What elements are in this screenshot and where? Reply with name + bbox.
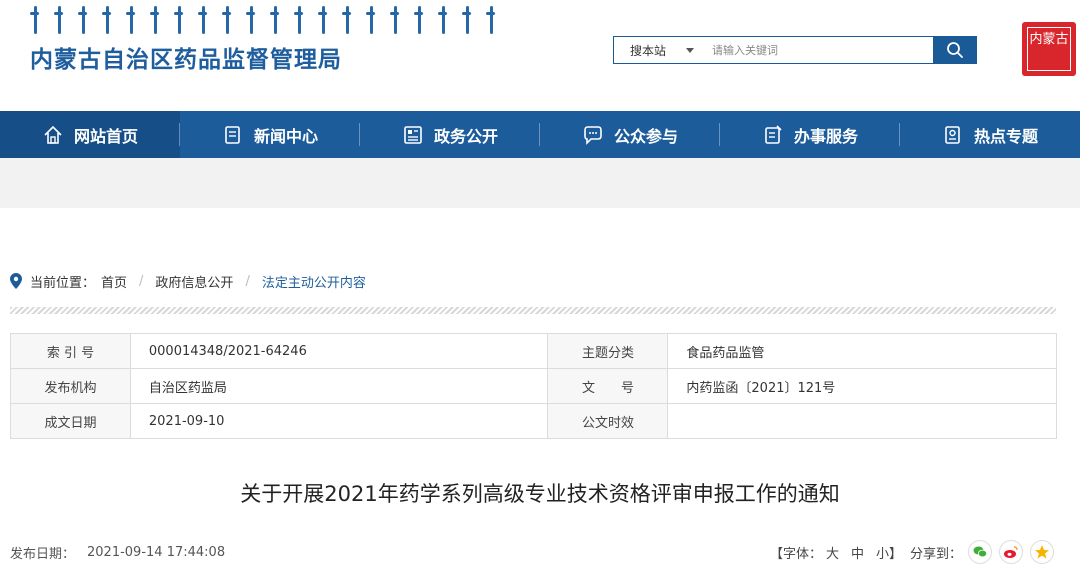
search-input[interactable] [702, 37, 933, 63]
wechat-share-button[interactable] [968, 540, 992, 564]
meta-label: 发布机构 [10, 368, 131, 404]
table-row: 成文日期 2021-09-10 公文时效 [10, 403, 1057, 439]
gov-info-icon [402, 124, 424, 146]
weibo-icon [1004, 546, 1018, 558]
meta-label: 文 号 [547, 368, 669, 404]
breadcrumb-gov-info[interactable]: 政府信息公开 [155, 272, 233, 291]
font-medium-button[interactable]: 中 [851, 543, 864, 562]
main-nav: 网站首页 新闻中心 政务公开 公众参与 办事服务 热点专题 [0, 111, 1080, 158]
wechat-icon [973, 546, 988, 558]
meta-value: 自治区药监局 [129, 368, 549, 404]
document-meta-table: 索 引 号 000014348/2021-64246 主题分类 食品药品监管 发… [10, 333, 1057, 439]
weibo-share-button[interactable] [999, 540, 1023, 564]
home-icon [42, 124, 64, 146]
star-icon [1035, 545, 1049, 559]
font-small-button[interactable]: 小】 [876, 543, 902, 562]
site-title[interactable]: 内蒙古自治区药品监督管理局 [30, 40, 342, 74]
nav-item-service[interactable]: 办事服务 [720, 111, 900, 158]
breadcrumb: 当前位置： 首页 / 政府信息公开 / 法定主动公开内容 [10, 271, 366, 291]
chat-icon [582, 124, 604, 146]
site-header: 内蒙古自治区药品监督管理局 搜本站 内蒙古 [0, 0, 1080, 111]
breadcrumb-separator: / [245, 273, 250, 289]
nav-item-gov-info[interactable]: 政务公开 [360, 111, 540, 158]
nav-item-news[interactable]: 新闻中心 [180, 111, 360, 158]
meta-value [667, 403, 1057, 439]
meta-label: 公文时效 [547, 403, 669, 439]
seal-logo: 内蒙古 [1022, 22, 1076, 76]
seal-text: 内蒙古 [1027, 27, 1071, 71]
nav-label: 热点专题 [973, 126, 1038, 146]
breadcrumb-separator: / [139, 273, 144, 289]
nav-label: 网站首页 [73, 126, 138, 146]
caret-down-icon [686, 47, 695, 53]
font-large-button[interactable]: 大 [826, 543, 839, 562]
search-icon [947, 42, 963, 58]
nav-label: 办事服务 [793, 126, 858, 146]
meta-label: 主题分类 [547, 333, 669, 369]
publish-info-row: 发布日期： 2021-09-14 17:44:08 【字体： 大 中 小】 分享… [10, 540, 1060, 564]
hatched-divider [10, 307, 1056, 314]
nav-label: 新闻中心 [253, 126, 318, 146]
font-size-control: 【字体： 大 中 小】 [770, 543, 914, 562]
nav-label: 政务公开 [433, 126, 498, 146]
qzone-share-button[interactable] [1030, 540, 1054, 564]
mongolian-script-logo [30, 4, 496, 40]
share-label: 分享到： [910, 547, 963, 562]
meta-value: 食品药品监管 [667, 333, 1057, 369]
search-button[interactable] [933, 36, 977, 64]
nav-label: 公众参与 [613, 126, 678, 146]
news-icon [222, 124, 244, 146]
font-size-label: 【字体： [770, 547, 823, 562]
search-scope-select[interactable]: 搜本站 [614, 37, 702, 63]
nav-item-topics[interactable]: 热点专题 [900, 111, 1080, 158]
table-row: 发布机构 自治区药监局 文 号 内药监函〔2021〕121号 [10, 368, 1057, 404]
breadcrumb-home[interactable]: 首页 [101, 272, 127, 291]
meta-value: 000014348/2021-64246 [129, 333, 549, 369]
nav-item-home[interactable]: 网站首页 [0, 111, 180, 158]
document-title: 关于开展2021年药学系列高级专业技术资格评审申报工作的通知 [240, 482, 840, 506]
location-pin-icon [10, 273, 22, 289]
search-scope-label: 搜本站 [630, 43, 667, 58]
banner-band [0, 158, 1080, 208]
service-icon [762, 124, 784, 146]
breadcrumb-prefix: 当前位置： [30, 275, 96, 291]
publish-date-label: 发布日期： [10, 546, 76, 562]
table-row: 索 引 号 000014348/2021-64246 主题分类 食品药品监管 [10, 333, 1057, 369]
topic-icon [942, 124, 964, 146]
meta-label: 成文日期 [10, 403, 131, 439]
breadcrumb-current[interactable]: 法定主动公开内容 [262, 272, 366, 291]
meta-label: 索 引 号 [10, 333, 131, 369]
search-box: 搜本站 [613, 36, 977, 64]
meta-value: 2021-09-10 [129, 403, 549, 439]
meta-value: 内药监函〔2021〕121号 [667, 368, 1057, 404]
nav-item-public[interactable]: 公众参与 [540, 111, 720, 158]
publish-date: 2021-09-14 17:44:08 [87, 544, 226, 560]
